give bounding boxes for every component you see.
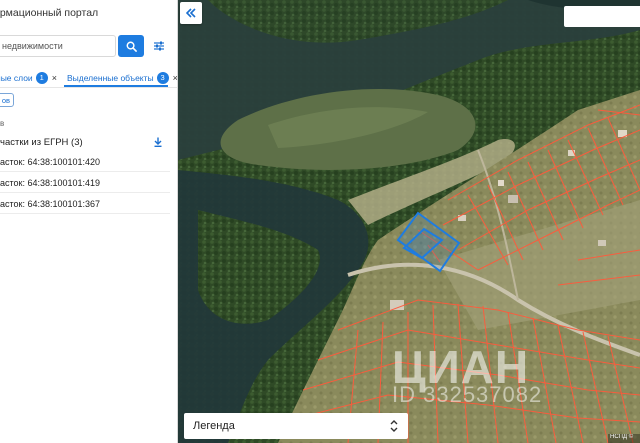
cian-watermark-id: ID 332537082: [392, 382, 543, 407]
legend-dropdown[interactable]: Легенда: [184, 413, 408, 439]
clear-objects-button[interactable]: ов: [0, 93, 14, 107]
tab-selected-objects-badge: 3: [156, 71, 169, 84]
active-tab-indicator: [64, 85, 168, 87]
search-button[interactable]: [118, 35, 144, 57]
map-attribution: НСПД ©: [608, 434, 640, 443]
parcel-label: асток: 64:38:100101:420: [0, 156, 101, 167]
legend-label: Легенда: [193, 420, 235, 432]
double-chevron-left-icon: [186, 8, 196, 18]
parcel-label: асток: 64:38:100101:419: [0, 177, 101, 188]
portal-title: ормационный портал: [0, 7, 99, 19]
tab-layers[interactable]: ные слои 1 ×: [0, 68, 57, 87]
egrn-parcels-group-label: частки из ЕГРН (3): [0, 136, 83, 148]
tab-layers-badge: 1: [35, 71, 48, 84]
parcel-list-item[interactable]: асток: 64:38:100101:367: [0, 194, 170, 214]
tab-layers-close-icon[interactable]: ×: [52, 73, 57, 83]
egrn-parcels-group-header[interactable]: частки из ЕГРН (3): [0, 134, 177, 150]
parcel-list-item[interactable]: асток: 64:38:100101:420: [0, 152, 170, 172]
map-search-box[interactable]: [564, 6, 640, 27]
panel-tabs: ные слои 1 × Выделенные объекты 3 ×: [0, 64, 177, 88]
collapse-panel-button[interactable]: [180, 2, 202, 24]
parcel-list-item[interactable]: асток: 64:38:100101:419: [0, 173, 170, 193]
up-down-chevron-icon: [390, 420, 398, 432]
tab-layers-label: ные слои: [0, 72, 33, 83]
filter-settings-button[interactable]: [150, 37, 168, 55]
search-icon: [126, 41, 137, 52]
search-input[interactable]: [0, 36, 115, 56]
search-field-wrapper: [0, 35, 116, 57]
parcel-label: асток: 64:38:100101:367: [0, 198, 101, 209]
sidebar-panel: ормационный портал ные слои 1 × Выделенн…: [0, 0, 178, 443]
sliders-icon: [154, 41, 164, 51]
download-icon[interactable]: [152, 136, 164, 148]
tab-selected-objects-label: Выделенные объекты: [67, 72, 154, 83]
section-label: в: [0, 119, 5, 128]
